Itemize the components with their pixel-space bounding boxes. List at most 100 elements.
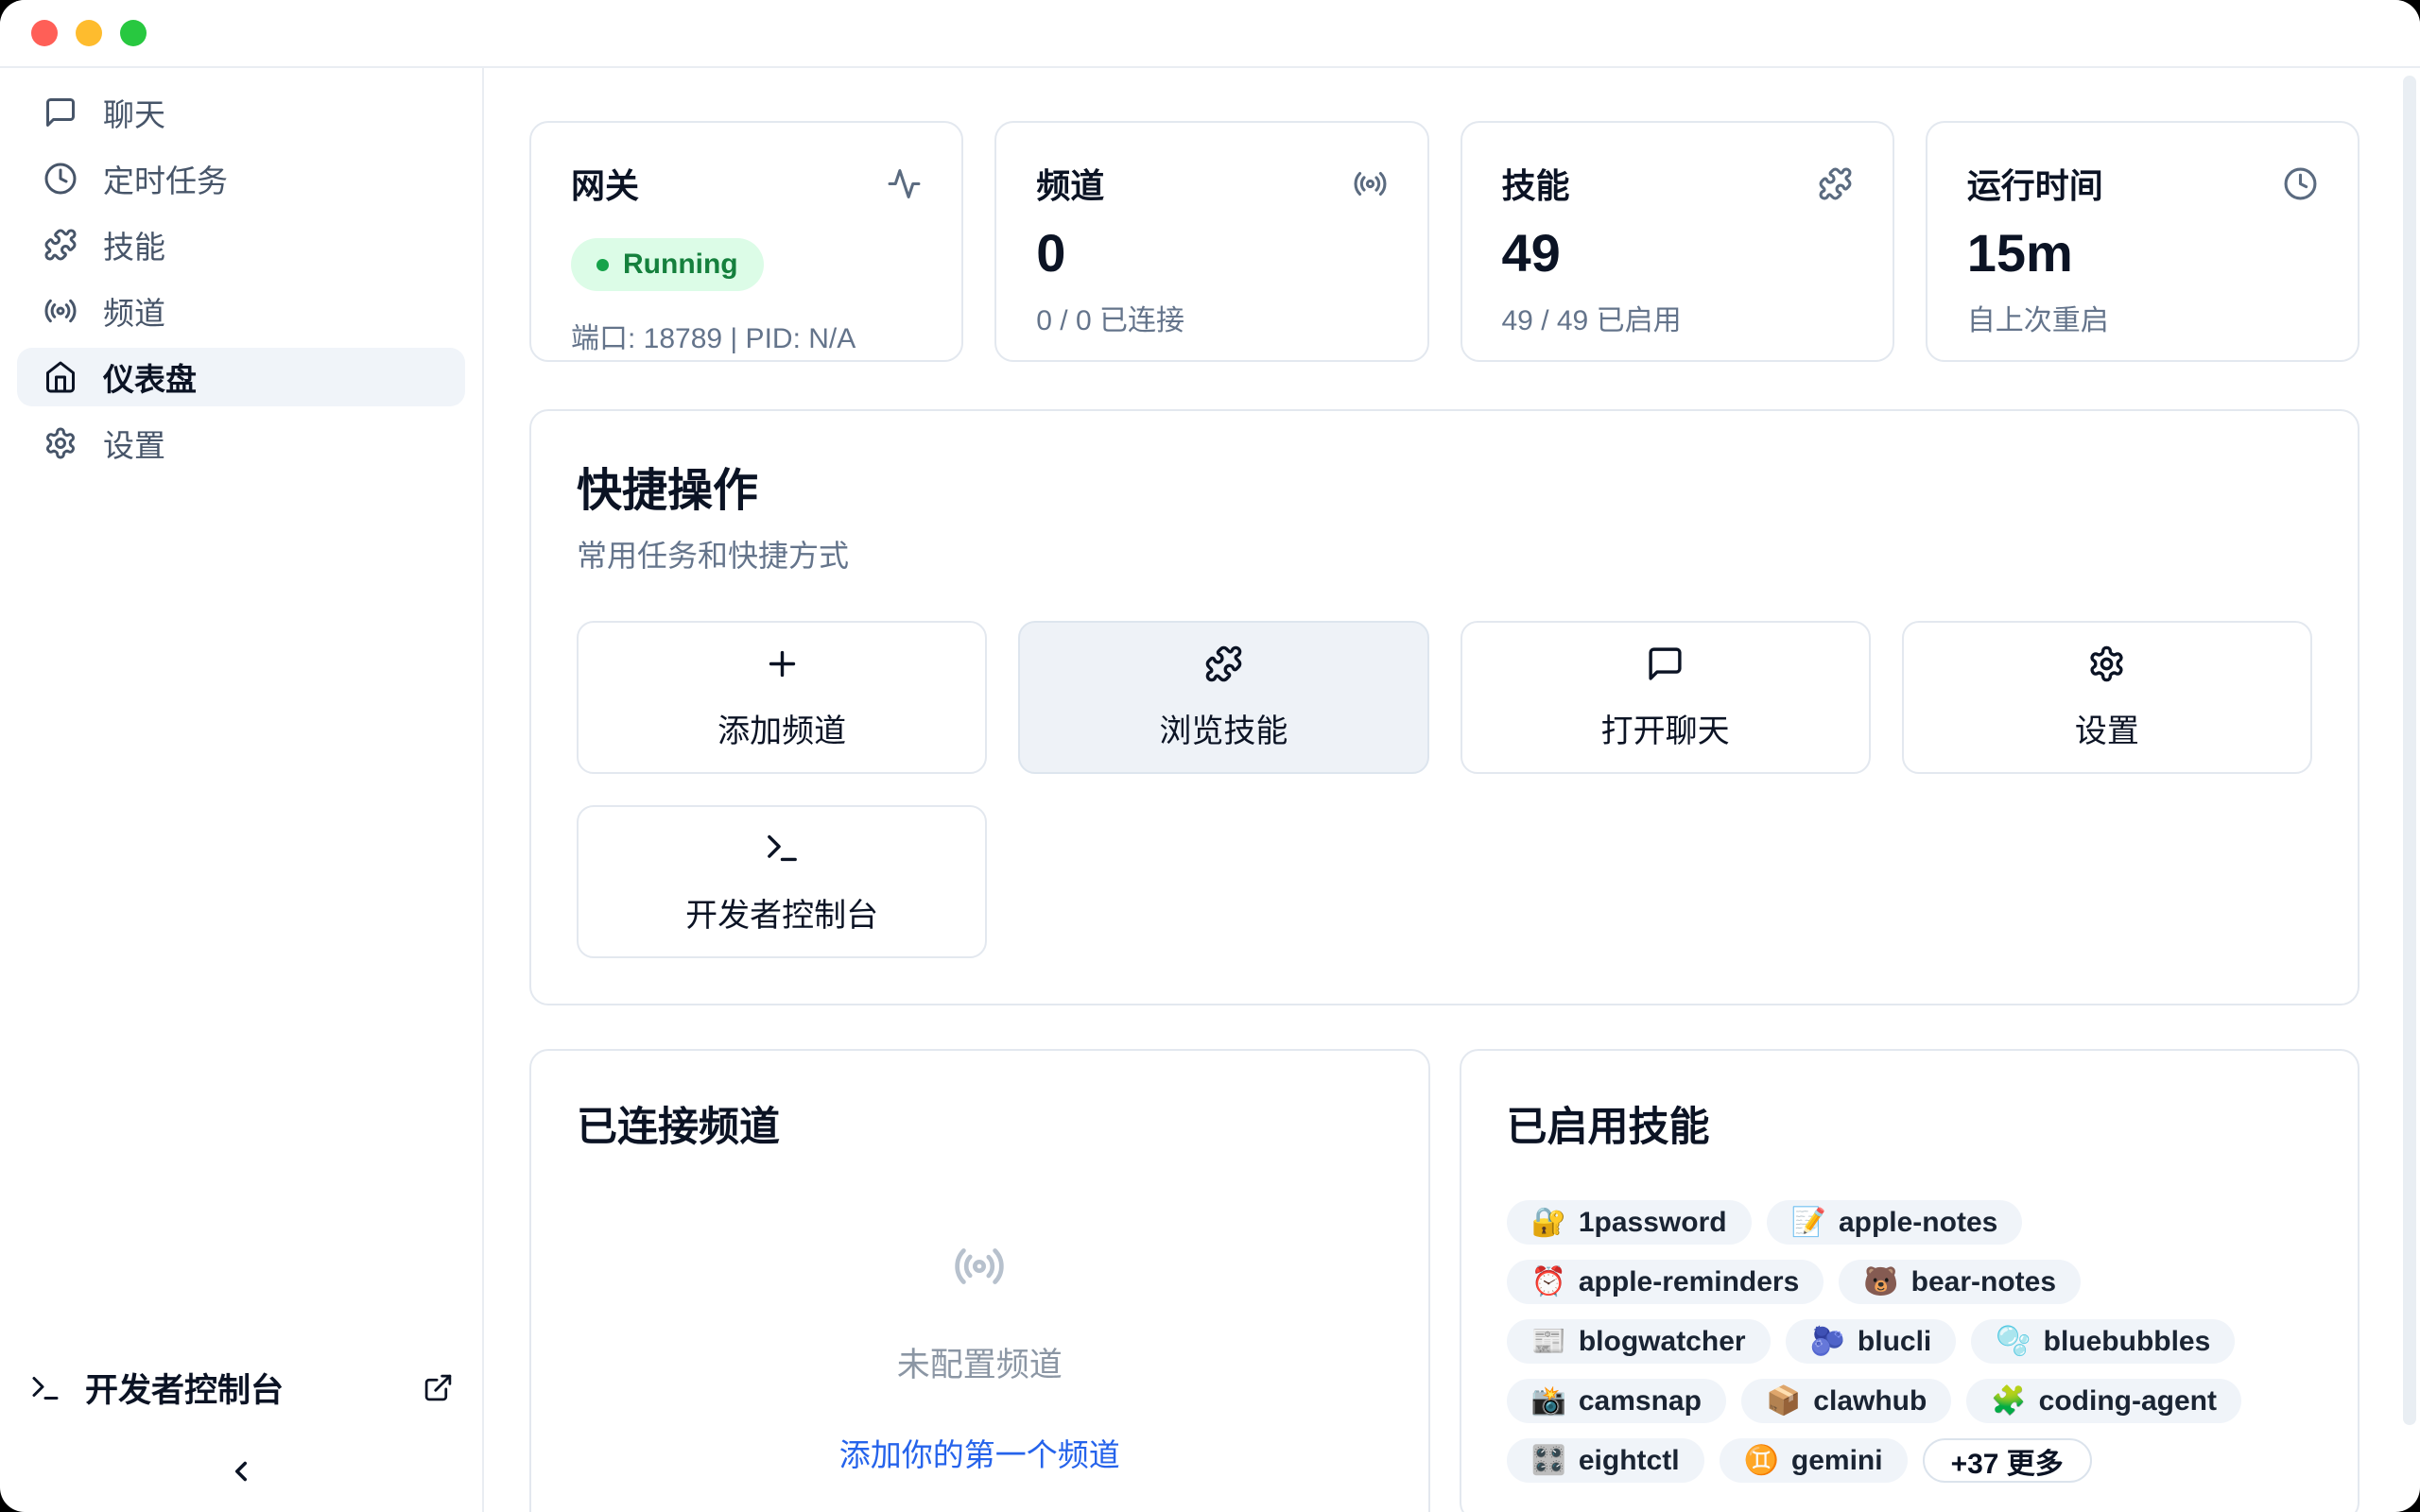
skill-emoji: 🫧 [1996, 1328, 2031, 1356]
sidebar-item-label: 仪表盘 [103, 354, 197, 400]
skill-badge: 🐻 bear-notes [1839, 1260, 2081, 1304]
sidebar-item-scheduled-tasks[interactable]: 定时任务 [17, 149, 465, 208]
stat-detail: 自上次重启 [1967, 297, 2318, 338]
skill-badge: 🫐 blucli [1786, 1319, 1957, 1364]
skill-emoji: 📦 [1766, 1387, 1801, 1416]
terminal-icon [28, 1371, 62, 1405]
sidebar-item-skills[interactable]: 技能 [17, 215, 465, 274]
skill-name: clawhub [1813, 1385, 1927, 1418]
sidebar-item-chat[interactable]: 聊天 [17, 83, 465, 142]
quick-action-label: 开发者控制台 [685, 889, 878, 936]
terminal-icon [763, 829, 802, 868]
plus-icon [763, 644, 802, 683]
skill-badge: 🔐1password [1507, 1200, 1752, 1245]
skill-name: apple-reminders [1579, 1266, 1799, 1298]
sidebar-item-dashboard[interactable]: 仪表盘 [17, 348, 465, 406]
sidebar: 聊天 定时任务 技能 频道 仪表盘 设置 [0, 68, 484, 1512]
radio-icon [1353, 166, 1388, 201]
stat-value: 0 [1036, 227, 1387, 280]
main-content: 网关 Running 端口: 18789 | PID: N/A 频道 0 [484, 68, 2420, 1512]
chat-icon [43, 95, 78, 129]
skill-name: eightctl [1579, 1445, 1680, 1477]
dev-console-label: 开发者控制台 [85, 1364, 284, 1412]
quick-action-label: 设置 [2075, 705, 2139, 751]
traffic-light-zoom[interactable] [120, 20, 147, 46]
chevron-left-icon [225, 1455, 257, 1487]
skill-badge: 📝 apple-notes [1767, 1200, 2023, 1245]
clock-icon [43, 162, 78, 196]
quick-action-label: 浏览技能 [1159, 705, 1288, 751]
skill-emoji: 📰 [1531, 1328, 1566, 1356]
gear-icon [43, 426, 78, 460]
add-first-channel-link[interactable]: 添加你的第一个频道 [839, 1430, 1120, 1475]
radio-icon [953, 1240, 1006, 1293]
skill-name: bluebubbles [2044, 1326, 2211, 1358]
open-chat-button[interactable]: 打开聊天 [1461, 621, 1871, 774]
skill-badge: 🫧 bluebubbles [1971, 1319, 2235, 1364]
quick-action-label: 打开聊天 [1601, 705, 1730, 751]
stat-detail: 0 / 0 已连接 [1036, 297, 1387, 338]
skill-name: bear-notes [1911, 1266, 2056, 1298]
puzzle-icon [43, 228, 78, 262]
skill-badge: 🎛️ eightctl [1507, 1438, 1704, 1483]
scrollbar-thumb[interactable] [2403, 76, 2416, 1425]
quick-action-label: 添加频道 [717, 705, 846, 751]
sidebar-collapse-button[interactable] [17, 1455, 465, 1487]
stat-title: 频道 [1036, 159, 1104, 208]
stat-card-gateway: 网关 Running 端口: 18789 | PID: N/A [529, 121, 963, 362]
sidebar-item-settings[interactable]: 设置 [17, 414, 465, 472]
skills-badge-list: 🔐1password 📝 apple-notes ⏰ apple-reminders… [1507, 1200, 2313, 1483]
add-channel-button[interactable]: 添加频道 [577, 621, 987, 774]
stat-detail: 49 / 49 已启用 [1502, 297, 1853, 338]
skill-name: 1password [1579, 1207, 1727, 1239]
sidebar-item-label: 定时任务 [103, 156, 228, 201]
quick-actions-grid: 添加频道 浏览技能 打开聊天 设置 [577, 621, 2312, 958]
skill-emoji: 📸 [1531, 1387, 1566, 1416]
titlebar [0, 0, 2420, 68]
sidebar-item-label: 技能 [103, 222, 165, 267]
sidebar-item-channels[interactable]: 频道 [17, 282, 465, 340]
dev-console-link[interactable]: 开发者控制台 [17, 1364, 465, 1412]
enabled-skills-title: 已启用技能 [1507, 1094, 2313, 1153]
dev-console-button[interactable]: 开发者控制台 [577, 805, 987, 958]
skill-name: blucli [1858, 1326, 1931, 1358]
skill-emoji: 📝 [1791, 1209, 1826, 1237]
stat-value: 15m [1967, 227, 2318, 280]
settings-button[interactable]: 设置 [1902, 621, 2312, 774]
skill-emoji: 🫐 [1810, 1328, 1845, 1356]
activity-icon [887, 166, 922, 201]
skill-badge: ♊️gemini [1720, 1438, 1908, 1483]
quick-actions-card: 快捷操作 常用任务和快捷方式 添加频道 浏览技能 打开聊天 [529, 409, 2360, 1005]
clock-icon [2283, 166, 2318, 201]
skill-name: apple-notes [1839, 1207, 1997, 1239]
enabled-skills-panel: 已启用技能 🔐1password 📝 apple-notes ⏰ apple-rem… [1460, 1049, 2360, 1512]
gear-icon [2087, 644, 2126, 683]
stat-card-channels: 频道 0 0 / 0 已连接 [994, 121, 1428, 362]
quick-actions-subtitle: 常用任务和快捷方式 [577, 532, 2312, 576]
skill-emoji: 🎛️ [1531, 1447, 1566, 1475]
more-skills-button[interactable]: +37 更多 [1923, 1438, 2092, 1483]
status-badge-running: Running [571, 238, 764, 291]
browse-skills-button[interactable]: 浏览技能 [1018, 621, 1428, 774]
app-window: 聊天 定时任务 技能 频道 仪表盘 设置 [0, 0, 2420, 1512]
external-link-icon[interactable] [423, 1372, 454, 1403]
stat-title: 技能 [1502, 159, 1570, 208]
sidebar-footer: 开发者控制台 [17, 1364, 465, 1512]
skill-emoji: ⏰ [1531, 1268, 1566, 1297]
puzzle-icon [1818, 166, 1853, 201]
skill-badge: 🧩coding-agent [1966, 1379, 2241, 1423]
quick-actions-title: 快捷操作 [577, 453, 2312, 519]
skill-name: gemini [1791, 1445, 1883, 1477]
puzzle-icon [1204, 644, 1243, 683]
skill-badge: 📸 camsnap [1507, 1379, 1726, 1423]
stat-card-uptime: 运行时间 15m 自上次重启 [1926, 121, 2360, 362]
traffic-light-minimize[interactable] [76, 20, 102, 46]
skill-emoji: 🐻 [1863, 1268, 1898, 1297]
traffic-light-close[interactable] [31, 20, 58, 46]
skill-name: camsnap [1579, 1385, 1702, 1418]
stat-title: 网关 [571, 159, 639, 208]
stats-row: 网关 Running 端口: 18789 | PID: N/A 频道 0 [529, 121, 2360, 362]
sidebar-item-label: 频道 [103, 288, 165, 334]
stat-detail: 端口: 18789 | PID: N/A [571, 315, 922, 356]
connected-channels-title: 已连接频道 [577, 1094, 1383, 1153]
